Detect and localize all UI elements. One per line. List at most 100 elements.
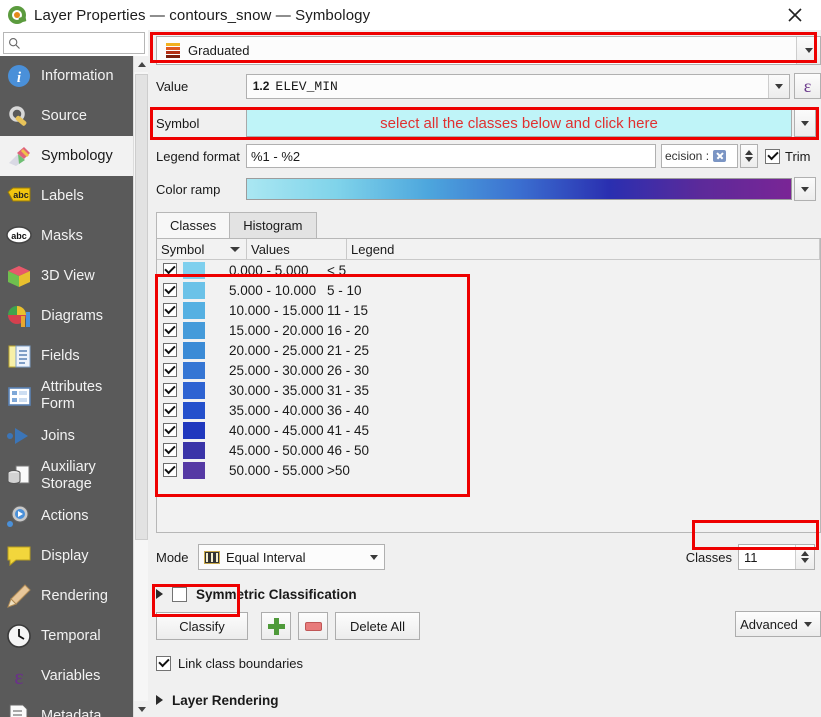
add-class-button[interactable]	[261, 612, 291, 640]
row-checkbox[interactable]	[163, 263, 177, 277]
row-symbol-cell[interactable]	[183, 321, 213, 339]
expand-triangle-icon[interactable]	[156, 695, 163, 705]
color-swatch[interactable]	[183, 421, 205, 439]
sidebar-item-temporal[interactable]: Temporal	[0, 616, 133, 656]
column-header-symbol[interactable]: Symbol	[157, 238, 247, 260]
sidebar-item-joins[interactable]: Joins	[0, 416, 133, 456]
expand-triangle-icon[interactable]	[156, 589, 163, 599]
search-input[interactable]	[24, 35, 134, 51]
scroll-down-icon[interactable]	[134, 701, 149, 717]
sidebar-item-rendering[interactable]: Rendering	[0, 576, 133, 616]
color-ramp-preview[interactable]	[246, 178, 792, 200]
row-checkbox[interactable]	[163, 463, 177, 477]
row-checkbox[interactable]	[163, 403, 177, 417]
close-icon[interactable]	[775, 2, 815, 28]
search-box[interactable]	[3, 32, 145, 54]
row-symbol-cell[interactable]	[183, 421, 213, 439]
symbol-dropdown-chevron-down-icon[interactable]	[794, 109, 816, 137]
trim-checkbox[interactable]	[765, 148, 780, 164]
color-swatch[interactable]	[183, 441, 205, 459]
sidebar-item-metadata[interactable]: Metadata	[0, 696, 133, 717]
row-checkbox[interactable]	[163, 283, 177, 297]
chevron-down-icon[interactable]	[363, 545, 384, 569]
table-row[interactable]: 20.000 - 25.000 21 - 25	[157, 340, 820, 360]
row-symbol-cell[interactable]	[183, 461, 213, 479]
sidebar-scrollbar[interactable]	[133, 56, 149, 717]
table-row[interactable]: 40.000 - 45.000 41 - 45	[157, 420, 820, 440]
color-swatch[interactable]	[183, 261, 205, 279]
sidebar-scroll-thumb[interactable]	[135, 74, 148, 540]
classes-count-stepper[interactable]: 11	[738, 544, 815, 570]
classes-count-spin-buttons[interactable]	[795, 545, 814, 569]
color-swatch[interactable]	[183, 321, 205, 339]
color-swatch[interactable]	[183, 301, 205, 319]
tab-histogram[interactable]: Histogram	[229, 212, 317, 238]
link-class-boundaries-checkbox[interactable]	[156, 655, 171, 671]
table-row[interactable]: 25.000 - 30.000 26 - 30	[157, 360, 820, 380]
symbol-preview-button[interactable]: select all the classes below and click h…	[246, 109, 792, 137]
row-symbol-cell[interactable]	[183, 441, 213, 459]
row-checkbox[interactable]	[163, 423, 177, 437]
row-checkbox[interactable]	[163, 343, 177, 357]
row-symbol-cell[interactable]	[183, 341, 213, 359]
precision-stepper[interactable]	[740, 144, 758, 168]
row-checkbox[interactable]	[163, 363, 177, 377]
scroll-up-icon[interactable]	[134, 56, 149, 72]
classify-button[interactable]: Classify	[156, 612, 248, 640]
table-row[interactable]: 10.000 - 15.000 11 - 15	[157, 300, 820, 320]
row-symbol-cell[interactable]	[183, 381, 213, 399]
clear-icon[interactable]	[713, 150, 727, 162]
legend-format-input[interactable]	[246, 144, 656, 168]
sidebar-item-variables[interactable]: ɛ Variables	[0, 656, 133, 696]
row-checkbox[interactable]	[163, 303, 177, 317]
row-symbol-cell[interactable]	[183, 301, 213, 319]
row-checkbox[interactable]	[163, 323, 177, 337]
chevron-down-icon[interactable]	[768, 74, 790, 98]
row-checkbox[interactable]	[163, 383, 177, 397]
column-header-legend[interactable]: Legend	[347, 238, 820, 260]
renderer-type-combo[interactable]: Graduated	[156, 36, 821, 65]
color-swatch[interactable]	[183, 281, 205, 299]
sidebar-item-information[interactable]: i Information	[0, 56, 133, 96]
table-row[interactable]: 45.000 - 50.000 46 - 50	[157, 440, 820, 460]
table-row[interactable]: 15.000 - 20.000 16 - 20	[157, 320, 820, 340]
row-symbol-cell[interactable]	[183, 401, 213, 419]
layer-rendering-row[interactable]: Layer Rendering	[156, 688, 821, 712]
table-row[interactable]: 0.000 - 5.000 < 5	[157, 260, 820, 280]
tab-classes[interactable]: Classes	[156, 212, 231, 238]
color-swatch[interactable]	[183, 461, 205, 479]
sidebar-item-display[interactable]: Display	[0, 536, 133, 576]
table-row[interactable]: 50.000 - 55.000 >50	[157, 460, 820, 480]
sidebar-item-auxiliary-storage[interactable]: Auxiliary Storage	[0, 456, 133, 496]
row-checkbox[interactable]	[163, 443, 177, 457]
value-field-combo[interactable]: 1.2 ELEV_MIN	[245, 73, 791, 99]
delete-class-button[interactable]	[298, 612, 328, 640]
color-ramp-chevron-down-icon[interactable]	[794, 177, 816, 201]
expression-button[interactable]: ε	[794, 73, 821, 99]
chevron-down-icon[interactable]	[796, 37, 820, 64]
table-row[interactable]: 5.000 - 10.000 5 - 10	[157, 280, 820, 300]
color-swatch[interactable]	[183, 361, 205, 379]
sidebar-item-masks[interactable]: abc Masks	[0, 216, 133, 256]
sidebar-item-actions[interactable]: Actions	[0, 496, 133, 536]
delete-all-button[interactable]: Delete All	[335, 612, 420, 640]
sidebar-item-attributes-form[interactable]: Attributes Form	[0, 376, 133, 416]
sidebar-item-labels[interactable]: abc Labels	[0, 176, 133, 216]
color-swatch[interactable]	[183, 341, 205, 359]
sidebar-item-3d-view[interactable]: 3D View	[0, 256, 133, 296]
sidebar-item-symbology[interactable]: Symbology	[0, 136, 133, 176]
sidebar-item-fields[interactable]: Fields	[0, 336, 133, 376]
row-symbol-cell[interactable]	[183, 281, 213, 299]
color-swatch[interactable]	[183, 401, 205, 419]
table-row[interactable]: 35.000 - 40.000 36 - 40	[157, 400, 820, 420]
color-swatch[interactable]	[183, 381, 205, 399]
mode-combo[interactable]: Equal Interval	[198, 544, 385, 570]
sidebar-item-diagrams[interactable]: Diagrams	[0, 296, 133, 336]
row-symbol-cell[interactable]	[183, 261, 213, 279]
sidebar-item-source[interactable]: Source	[0, 96, 133, 136]
sort-chevron-down-icon[interactable]	[230, 246, 240, 252]
column-header-values[interactable]: Values	[247, 238, 347, 260]
row-symbol-cell[interactable]	[183, 361, 213, 379]
table-row[interactable]: 30.000 - 35.000 31 - 35	[157, 380, 820, 400]
advanced-button[interactable]: Advanced	[735, 611, 821, 637]
